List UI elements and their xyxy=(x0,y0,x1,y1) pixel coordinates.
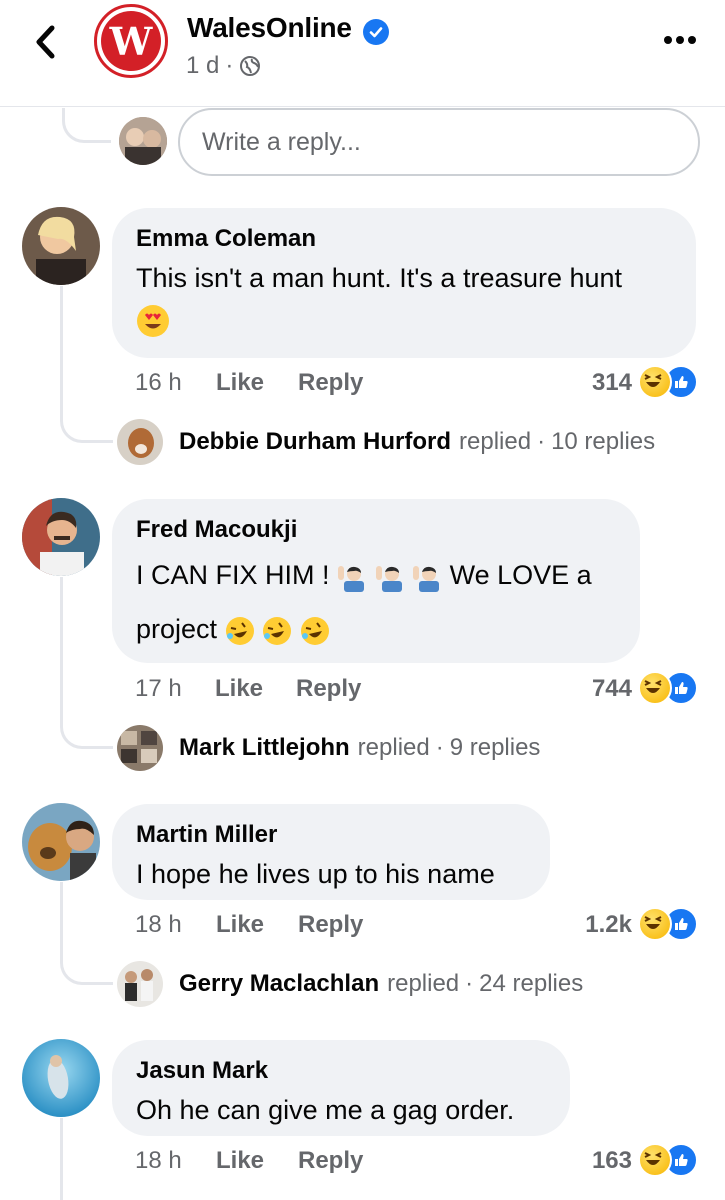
reply-button[interactable]: Reply xyxy=(298,1147,363,1175)
like-label[interactable]: Like xyxy=(215,675,263,702)
more-options-icon[interactable] xyxy=(660,32,700,48)
verified-badge-icon xyxy=(363,19,389,45)
comment-text-line1: I CAN FIX HIM ! We LOVE a xyxy=(136,555,616,595)
reactions-summary[interactable] xyxy=(638,907,698,941)
rolling-on-floor-laughing-emoji xyxy=(225,616,255,646)
reaction-count[interactable]: 744 xyxy=(560,675,632,703)
replies-connector xyxy=(60,712,113,749)
replies-connector xyxy=(60,948,113,985)
haha-reaction-icon xyxy=(638,1143,672,1177)
heart-eyes-emoji xyxy=(136,304,672,343)
replier-name: Mark Littlejohn xyxy=(179,734,350,761)
post-timestamp[interactable]: 1 d · xyxy=(186,52,261,80)
rolling-on-floor-laughing-emoji xyxy=(300,616,330,646)
thread-connector xyxy=(62,108,111,143)
thread-line xyxy=(60,882,63,948)
like-label[interactable]: Like xyxy=(216,911,264,938)
comment-author[interactable]: Jasun Mark xyxy=(136,1056,546,1086)
page-logo-letter: W xyxy=(101,11,161,71)
comment-author[interactable]: Emma Coleman xyxy=(136,224,672,254)
comment-text-line2: project xyxy=(136,609,616,649)
like-button[interactable]: Like xyxy=(216,369,264,397)
reaction-count[interactable]: 314 xyxy=(560,369,632,397)
reply-input[interactable]: Write a reply... xyxy=(178,108,700,176)
thread-line xyxy=(60,286,63,406)
comment-text: Oh he can give me a gag order. xyxy=(136,1095,515,1125)
reply-label[interactable]: Reply xyxy=(298,1147,363,1174)
view-replies-link[interactable]: Gerry Maclachlan replied · 24 replies xyxy=(117,961,583,1007)
reactions-summary[interactable] xyxy=(638,365,698,399)
reply-label[interactable]: Reply xyxy=(296,675,361,702)
reaction-count[interactable]: 163 xyxy=(560,1147,632,1175)
reply-count: 10 replies xyxy=(551,428,656,455)
replier-avatar xyxy=(117,725,163,771)
comment-time[interactable]: 16 h xyxy=(135,369,182,397)
reactions-summary[interactable] xyxy=(638,671,698,705)
page-logo-avatar[interactable]: W xyxy=(94,4,168,78)
commenter-avatar[interactable] xyxy=(22,1039,100,1117)
comment-time[interactable]: 18 h xyxy=(135,1147,182,1175)
comment-text: I hope he lives up to his name xyxy=(136,859,495,889)
replied-word: replied xyxy=(459,428,532,455)
separator-dot: · xyxy=(225,52,234,79)
comment-bubble[interactable]: Fred Macoukji I CAN FIX HIM ! We LOVE a … xyxy=(112,499,640,663)
like-button[interactable]: Like xyxy=(215,675,263,703)
reply-label[interactable]: Reply xyxy=(298,911,363,938)
replied-word: replied xyxy=(387,970,460,997)
comment-author[interactable]: Martin Miller xyxy=(136,820,526,850)
reply-button[interactable]: Reply xyxy=(298,369,363,397)
user-avatar xyxy=(119,117,167,165)
separator-dot: · xyxy=(465,970,474,997)
reply-button[interactable]: Reply xyxy=(296,675,361,703)
commenter-avatar[interactable] xyxy=(22,803,100,881)
comment-time[interactable]: 18 h xyxy=(135,911,182,939)
separator-dot: · xyxy=(435,734,444,761)
comment-time[interactable]: 17 h xyxy=(135,675,182,703)
comment-text-end: We LOVE a xyxy=(449,560,592,590)
reply-button[interactable]: Reply xyxy=(298,911,363,939)
comment-bubble[interactable]: Martin Miller I hope he lives up to his … xyxy=(112,804,550,900)
globe-icon xyxy=(240,56,261,76)
like-label[interactable]: Like xyxy=(216,369,264,396)
man-raising-hand-emoji xyxy=(412,562,442,592)
comment-bubble[interactable]: Emma Coleman This isn't a man hunt. It's… xyxy=(112,208,696,358)
haha-reaction-icon xyxy=(638,907,672,941)
reply-count: 24 replies xyxy=(479,970,584,997)
like-button[interactable]: Like xyxy=(216,1147,264,1175)
rolling-on-floor-laughing-emoji xyxy=(262,616,292,646)
page-name[interactable]: WalesOnline xyxy=(187,12,352,44)
replier-name: Debbie Durham Hurford xyxy=(179,428,452,455)
commenter-avatar[interactable] xyxy=(22,498,100,576)
reply-label[interactable]: Reply xyxy=(298,369,363,396)
comment-text-second-line: project xyxy=(136,614,218,644)
replier-avatar xyxy=(117,419,163,465)
view-replies-link[interactable]: Debbie Durham Hurford replied · 10 repli… xyxy=(117,419,655,465)
man-raising-hand-emoji xyxy=(337,562,367,592)
back-arrow-icon[interactable] xyxy=(28,20,68,64)
thread-line xyxy=(60,1118,63,1200)
comment-bubble[interactable]: Jasun Mark Oh he can give me a gag order… xyxy=(112,1040,570,1136)
separator-dot: · xyxy=(537,428,546,455)
reply-input-placeholder: Write a reply... xyxy=(202,127,361,156)
replied-word: replied xyxy=(357,734,430,761)
man-raising-hand-emoji xyxy=(375,562,405,592)
like-label[interactable]: Like xyxy=(216,1147,264,1174)
reactions-summary[interactable] xyxy=(638,1143,698,1177)
replies-connector xyxy=(60,406,113,443)
comment-author[interactable]: Fred Macoukji xyxy=(136,515,616,545)
replier-name: Gerry Maclachlan xyxy=(179,970,380,997)
like-button[interactable]: Like xyxy=(216,911,264,939)
replier-avatar xyxy=(117,961,163,1007)
view-replies-link[interactable]: Mark Littlejohn replied · 9 replies xyxy=(117,725,540,771)
reaction-count[interactable]: 1.2k xyxy=(560,911,632,939)
comment-text-start: I CAN FIX HIM ! xyxy=(136,560,330,590)
haha-reaction-icon xyxy=(638,671,672,705)
thread-line xyxy=(60,577,63,712)
comment-text: This isn't a man hunt. It's a treasure h… xyxy=(136,263,623,293)
post-time-text: 1 d xyxy=(186,52,220,79)
commenter-avatar[interactable] xyxy=(22,207,100,285)
haha-reaction-icon xyxy=(638,365,672,399)
reply-count: 9 replies xyxy=(449,734,541,761)
